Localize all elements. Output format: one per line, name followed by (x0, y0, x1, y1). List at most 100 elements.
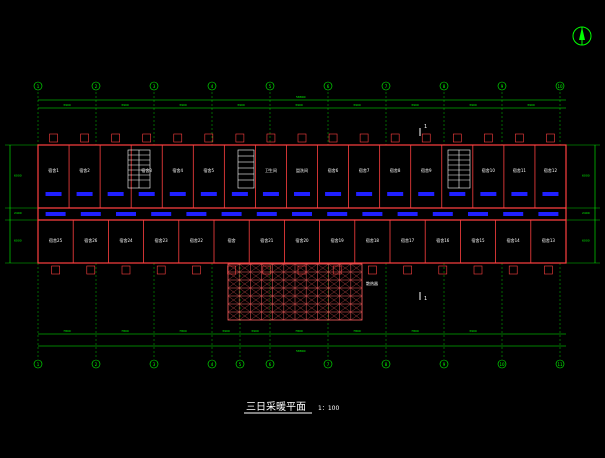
room-label-north: 宿舍12 (544, 167, 558, 173)
window-south (438, 265, 448, 275)
radiator-south (362, 212, 383, 216)
axis-label-bottom: 3 (153, 362, 156, 367)
room-label-north: 宿舍5 (204, 167, 215, 173)
window-north (297, 133, 307, 143)
radiator-north (542, 192, 559, 196)
radiator-north (449, 192, 466, 196)
radiator-south (45, 212, 66, 216)
radiator-north (45, 192, 62, 196)
room-label-north: 宿舍6 (328, 167, 339, 173)
window-north (266, 133, 276, 143)
stair-east (447, 149, 471, 189)
axis-label-top: 1 (37, 84, 40, 89)
window-south (86, 265, 96, 275)
north-arrow-icon (572, 26, 592, 46)
room-label-north: 宿舍10 (482, 167, 496, 173)
room-label-north: 宿舍9 (421, 167, 432, 173)
window-north (546, 133, 555, 143)
dimension-segment-bottom: 7800 (353, 329, 361, 333)
drawing-scale: 1：100 (318, 405, 339, 412)
window-south (368, 265, 377, 275)
dimension-segment-bottom: 3900 (222, 329, 230, 333)
dimension-segment-bottom: 7800 (63, 329, 71, 333)
window-north (421, 133, 431, 143)
drawing-title: 三日采暖平面 (246, 400, 306, 413)
dimension-segment-top: 3900 (121, 103, 129, 107)
dimension-segment-right: 2400 (582, 211, 590, 215)
radiator-north (231, 192, 248, 196)
dimension-line-top: 58800 3900 3900 3900 3900 3900 3900 3900 3900 390… (38, 95, 566, 109)
axis-markers-side: 6000 6000 2400 2400 6000 6000 (5, 144, 600, 264)
dimension-overall-top: 58800 (296, 95, 306, 99)
radiator-south (468, 212, 488, 216)
radiator-south (116, 212, 136, 216)
axis-label-bottom: 8 (385, 362, 388, 367)
window-north (49, 133, 58, 143)
radiator-north (138, 192, 155, 196)
room-label-north: 宿舍11 (513, 167, 527, 173)
window-north (452, 133, 462, 143)
dimension-segment-bottom: 7800 (411, 329, 419, 333)
dimension-segment-right: 6000 (582, 239, 590, 243)
dimension-segment-top: 3900 (237, 103, 245, 107)
room-label-north: 宿舍7 (359, 167, 370, 173)
window-south (121, 265, 131, 275)
window-north (173, 133, 183, 143)
dimension-segment-left: 2400 (14, 211, 22, 215)
window-south (332, 265, 342, 275)
dimension-segment-bottom: 3900 (469, 329, 477, 333)
room-label-south: 宿舍15 (471, 237, 485, 243)
window-south (508, 265, 518, 275)
dimension-segment-left: 6000 (14, 174, 22, 178)
window-south (51, 265, 60, 275)
room-labels-north: 宿舍1 宿舍2 宿舍3 宿舍4 宿舍5 卫生间 盥洗间 宿舍6 宿舍7 宿舍8 宿舍9 宿舍10 宿舍1… (48, 167, 557, 173)
room-label-south: 宿舍16 (436, 237, 450, 243)
radiator-north (356, 192, 373, 196)
radiator-north (169, 192, 186, 196)
dimension-segment-bottom: 7800 (179, 329, 187, 333)
window-south (473, 265, 483, 275)
window-north (359, 133, 369, 143)
room-label-south: 宿舍18 (366, 237, 380, 243)
room-label-north: 宿舍1 (48, 167, 59, 173)
svg-text:1: 1 (424, 296, 427, 302)
room-label-south: 宿舍21 (260, 237, 274, 243)
svg-text:1: 1 (424, 124, 427, 130)
radiator-south (503, 212, 524, 216)
dimension-segment-top: 3900 (353, 103, 361, 107)
window-north (390, 133, 400, 143)
axis-label-top: 9 (501, 84, 504, 89)
radiator-south (292, 212, 312, 216)
dimension-segment-top: 3900 (63, 103, 71, 107)
dimension-overall-bottom: 58800 (296, 349, 306, 353)
room-label-south: 宿舍26 (84, 237, 98, 243)
axis-label-top: 7 (385, 84, 388, 89)
dimension-segment-left: 6000 (14, 239, 22, 243)
dimension-segment-top: 3900 (469, 103, 477, 107)
dimension-segment-top: 3900 (179, 103, 187, 107)
radiator-north (262, 192, 279, 196)
room-label-south: 宿舍14 (507, 237, 521, 243)
radiator-south (151, 212, 172, 216)
window-north (515, 133, 524, 143)
room-partitions-south (51, 220, 553, 275)
dimension-segment-top: 3900 (295, 103, 303, 107)
room-label-north: 宿舍2 (79, 167, 90, 173)
room-label-south: 宿舍20 (295, 237, 309, 243)
room-label-south: 宿舍13 (542, 237, 556, 243)
radiators (45, 192, 559, 216)
window-south (403, 265, 412, 275)
axis-label-top: 2 (95, 84, 98, 89)
axis-label-bottom: 6 (269, 362, 272, 367)
radiator-south (327, 212, 348, 216)
dimension-line-bottom: 58800 7800 7800 7800 3900 3900 7800 7800 7800 390… (38, 329, 566, 353)
window-south (192, 265, 201, 275)
window-north (328, 133, 338, 143)
section-marker-bottom: 1 (419, 292, 427, 302)
radiator-south (186, 212, 207, 216)
radiator-north (511, 192, 528, 196)
room-label-south: 宿舍17 (401, 237, 415, 243)
room-label-north: 盥洗间 (296, 167, 308, 173)
dimension-segment-top: 3900 (411, 103, 419, 107)
axis-label-top: 3 (153, 84, 156, 89)
